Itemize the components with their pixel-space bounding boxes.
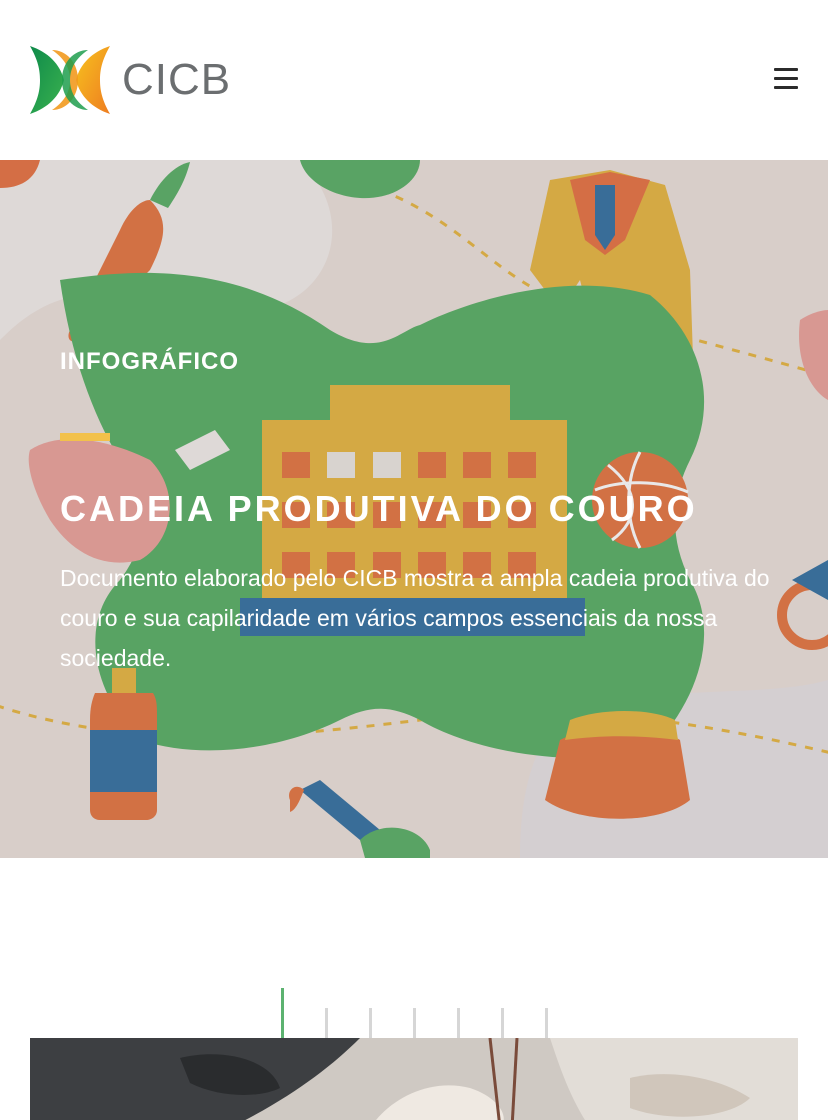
news-card-image[interactable] <box>30 1038 798 1120</box>
slider-indicator-6[interactable] <box>501 1008 504 1040</box>
slider-indicator-7[interactable] <box>545 1008 548 1040</box>
hero-eyebrow: INFOGRÁFICO <box>60 348 239 375</box>
hero-accent-bar <box>60 433 110 441</box>
logo-text: CICB <box>122 55 232 104</box>
site-header: CICB <box>0 0 828 160</box>
cicb-logo[interactable]: CICB <box>30 44 231 116</box>
cicb-logo-icon <box>30 46 110 114</box>
hero-description: Documento elaborado pelo CICB mostra a a… <box>60 565 770 671</box>
hero-banner[interactable]: INFOGRÁFICO CADEIA PRODUTIVA DO COURO Do… <box>0 160 828 858</box>
slider-indicator-2[interactable] <box>325 1008 328 1040</box>
hero-title[interactable]: CADEIA PRODUTIVA DO COURO <box>60 488 698 530</box>
slider-indicator-5[interactable] <box>457 1008 460 1040</box>
slider-indicator-3[interactable] <box>369 1008 372 1040</box>
hamburger-menu-icon[interactable] <box>774 68 798 90</box>
leather-photo <box>30 1038 798 1120</box>
slider-indicator-4[interactable] <box>413 1008 416 1040</box>
slider-indicator-1[interactable] <box>281 988 284 1040</box>
